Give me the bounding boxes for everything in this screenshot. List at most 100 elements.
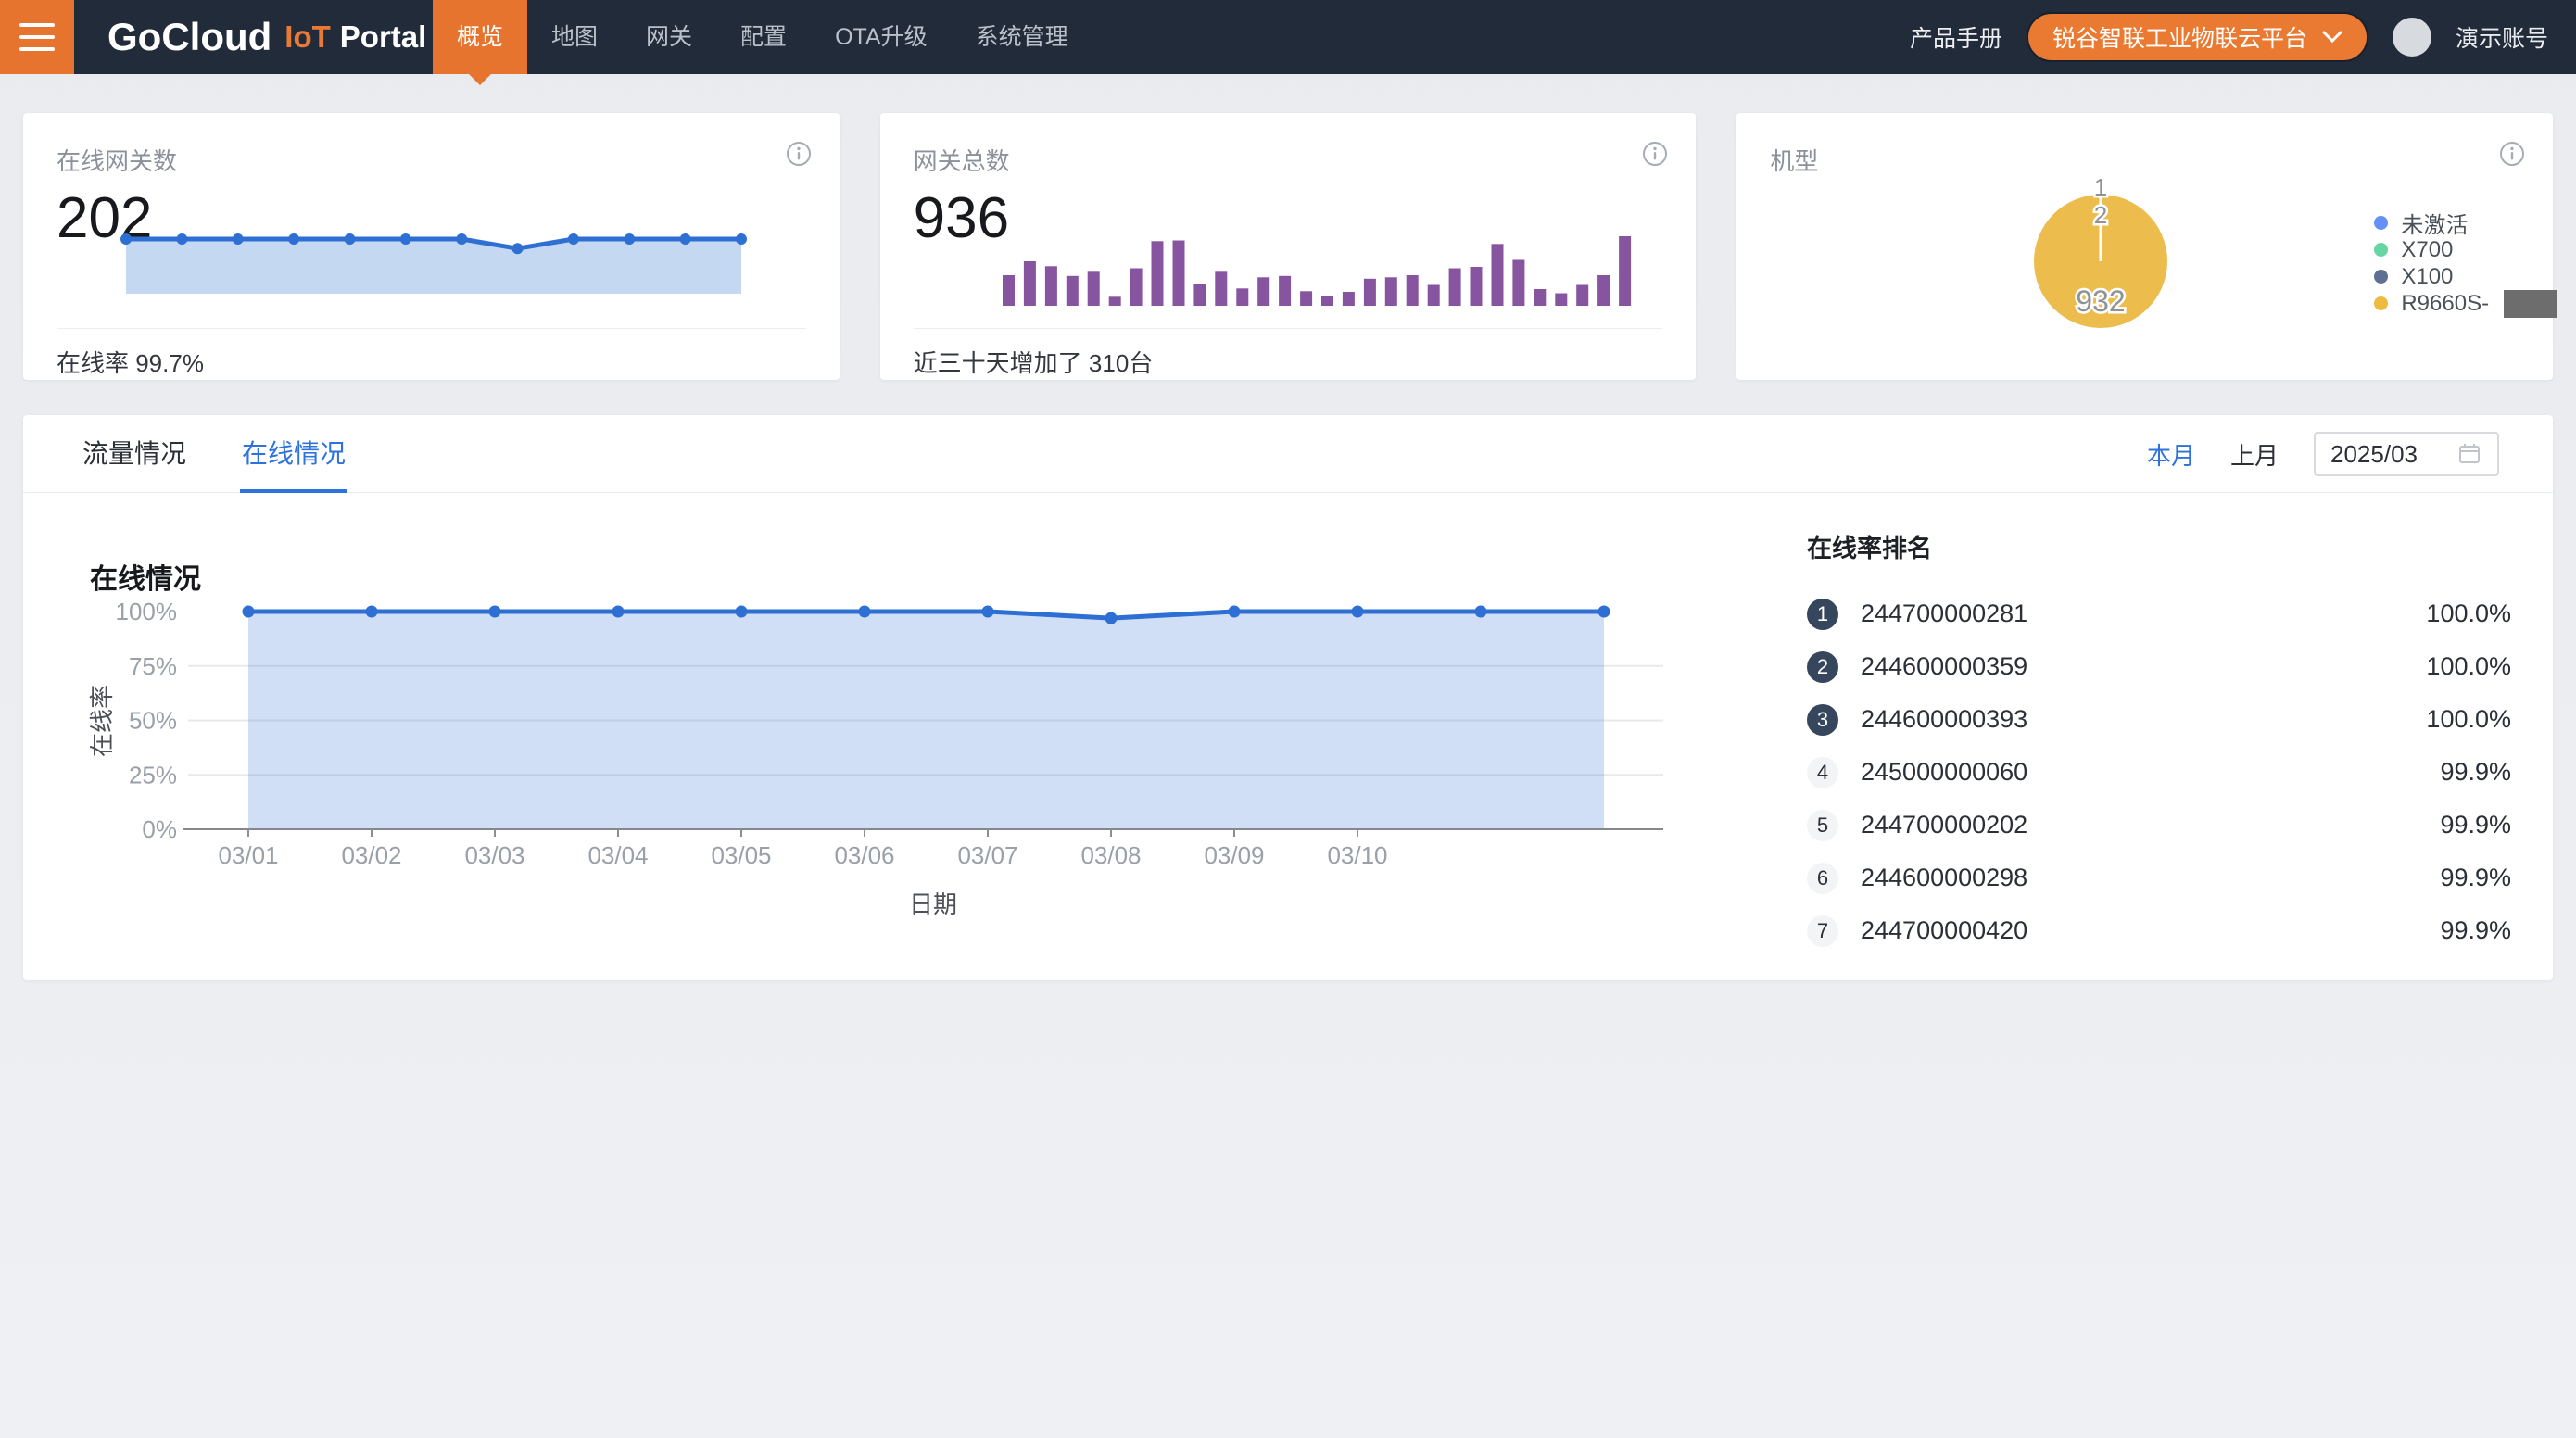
avatar[interactable] xyxy=(2393,18,2431,57)
gateway-id: 245000000060 xyxy=(1861,758,2027,787)
svg-text:0%: 0% xyxy=(142,815,177,843)
ranking-title: 在线率排名 xyxy=(1807,528,2511,564)
panel-controls: 本月 上月 2025/03 xyxy=(2147,415,2499,493)
divider xyxy=(914,328,1663,329)
tabs-row: 流量情况 在线情况 本月 上月 2025/03 xyxy=(23,415,2553,493)
legend-dot xyxy=(2374,296,2388,310)
svg-text:03/05: 03/05 xyxy=(711,841,771,869)
platform-selector[interactable]: 锐谷智联工业物联云平台 xyxy=(2027,12,2368,62)
range-last-month-button[interactable]: 上月 xyxy=(2230,437,2279,472)
info-icon[interactable] xyxy=(786,141,812,167)
rank-badge: 3 xyxy=(1807,704,1838,736)
ranking-row: 7 244700000420 99.9% xyxy=(1807,904,2511,957)
card-title: 机型 xyxy=(1770,143,1818,177)
online-gateways-sparkline-chart xyxy=(119,232,749,298)
legend-item-r9660s[interactable]: R9660S- xyxy=(2374,290,2557,317)
nav-item-ota[interactable]: OTA升级 xyxy=(811,0,952,74)
model-legend: 未激活 X700 X100 R9660S- xyxy=(2374,209,2557,317)
gateway-id: 244600000359 xyxy=(1861,652,2027,681)
legend-item-inactive[interactable]: 未激活 xyxy=(2374,209,2557,236)
rank-badge: 1 xyxy=(1807,599,1838,630)
tab-online[interactable]: 在线情况 xyxy=(240,415,347,493)
logo-brand: GoCloud xyxy=(107,15,271,59)
tab-traffic[interactable]: 流量情况 xyxy=(81,415,188,493)
ranking-row: 2 244600000359 100.0% xyxy=(1807,640,2511,693)
stat-cards-row: 在线网关数 202 在线率 99.7% 网关总数 936 近三十天增加了 310… xyxy=(23,113,2553,380)
app-logo: GoCloud IoT Portal xyxy=(107,0,426,74)
svg-text:2: 2 xyxy=(2094,201,2107,229)
ranking-row: 6 244600000298 99.9% xyxy=(1807,851,2511,904)
panel-tabs: 流量情况 在线情况 xyxy=(81,415,347,493)
month-picker[interactable]: 2025/03 xyxy=(2314,432,2499,476)
total-gateway-count: 936 xyxy=(914,185,1009,251)
product-manual-link[interactable]: 产品手册 xyxy=(1910,20,2002,54)
svg-text:03/10: 03/10 xyxy=(1327,841,1387,869)
nav-item-gateway[interactable]: 网关 xyxy=(622,0,716,74)
card-total-gateways: 网关总数 936 近三十天增加了 310台 xyxy=(880,113,1697,380)
account-name: 演示账号 xyxy=(2456,20,2548,54)
card-title: 网关总数 xyxy=(914,143,1010,177)
gateway-total-bar-chart xyxy=(999,232,1636,306)
ranking-row: 4 245000000060 99.9% xyxy=(1807,746,2511,799)
nav-item-overview[interactable]: 概览 xyxy=(433,0,527,74)
ranking-row: 5 244700000202 99.9% xyxy=(1807,799,2511,851)
info-icon[interactable] xyxy=(2499,141,2525,167)
top-navbar: GoCloud IoT Portal 概览 地图 网关 配置 OTA升级 系统管… xyxy=(0,0,2576,74)
legend-label: X100 xyxy=(2401,264,2453,290)
legend-item-x700[interactable]: X700 xyxy=(2374,236,2557,263)
hamburger-menu-icon[interactable] xyxy=(0,0,74,74)
svg-text:75%: 75% xyxy=(129,652,177,680)
online-rate-value: 100.0% xyxy=(2426,705,2511,734)
gateway-id: 244700000202 xyxy=(1861,811,2027,839)
card-models: 机型 1 2 932 未激活 X700 X100 xyxy=(1736,113,2553,380)
svg-text:03/02: 03/02 xyxy=(341,841,401,869)
growth-footer: 近三十天增加了 310台 xyxy=(914,345,1154,379)
legend-item-x100[interactable]: X100 xyxy=(2374,263,2557,290)
calendar-icon xyxy=(2456,441,2482,467)
svg-text:03/06: 03/06 xyxy=(834,841,894,869)
range-this-month-button[interactable]: 本月 xyxy=(2147,437,2195,472)
legend-label: 未激活 xyxy=(2401,207,2468,239)
legend-label: R9660S- xyxy=(2401,291,2489,317)
online-rate-value: 100.0% xyxy=(2426,599,2511,628)
card-online-gateways: 在线网关数 202 在线率 99.7% xyxy=(23,113,840,380)
ranking-row: 3 244600000393 100.0% xyxy=(1807,693,2511,746)
online-rate-value: 99.9% xyxy=(2440,758,2511,787)
gateway-id: 244700000281 xyxy=(1861,599,2027,628)
info-icon[interactable] xyxy=(1642,141,1668,167)
svg-text:03/09: 03/09 xyxy=(1204,841,1264,869)
svg-text:03/08: 03/08 xyxy=(1080,841,1141,869)
online-rate-footer: 在线率 99.7% xyxy=(57,345,204,379)
gateway-id: 244600000298 xyxy=(1861,864,2027,892)
rank-badge: 5 xyxy=(1807,810,1838,841)
online-rate-value: 100.0% xyxy=(2426,652,2511,681)
chevron-down-icon xyxy=(2322,31,2342,44)
gateway-id: 244600000393 xyxy=(1861,705,2027,734)
month-picker-value: 2025/03 xyxy=(2330,440,2418,469)
main-nav: 概览 地图 网关 配置 OTA升级 系统管理 xyxy=(433,0,1092,74)
svg-text:100%: 100% xyxy=(116,598,178,625)
svg-text:932: 932 xyxy=(2077,284,2126,318)
redacted-text-block xyxy=(2504,290,2557,318)
nav-item-config[interactable]: 配置 xyxy=(716,0,811,74)
svg-text:50%: 50% xyxy=(129,707,177,735)
logo-suffix: Portal xyxy=(340,19,427,55)
rank-badge: 4 xyxy=(1807,757,1838,788)
nav-item-system[interactable]: 系统管理 xyxy=(952,0,1092,74)
platform-selector-label: 锐谷智联工业物联云平台 xyxy=(2052,20,2307,54)
nav-item-map[interactable]: 地图 xyxy=(527,0,622,74)
legend-dot xyxy=(2374,270,2388,284)
card-title: 在线网关数 xyxy=(57,143,177,177)
svg-text:03/07: 03/07 xyxy=(957,841,1017,869)
svg-text:03/03: 03/03 xyxy=(464,841,524,869)
legend-dot xyxy=(2374,216,2388,230)
rank-badge: 7 xyxy=(1807,915,1838,947)
gateway-id: 244700000420 xyxy=(1861,916,2027,945)
online-rate-chart: 100%75%50%25%0%03/0103/0203/0303/0403/05… xyxy=(88,591,1677,934)
online-rate-value: 99.9% xyxy=(2440,916,2511,945)
svg-text:1: 1 xyxy=(2094,173,2107,201)
legend-dot xyxy=(2374,243,2388,257)
ranking-row: 1 244700000281 100.0% xyxy=(1807,587,2511,640)
svg-text:日期: 日期 xyxy=(909,890,957,918)
online-rate-value: 99.9% xyxy=(2440,811,2511,839)
